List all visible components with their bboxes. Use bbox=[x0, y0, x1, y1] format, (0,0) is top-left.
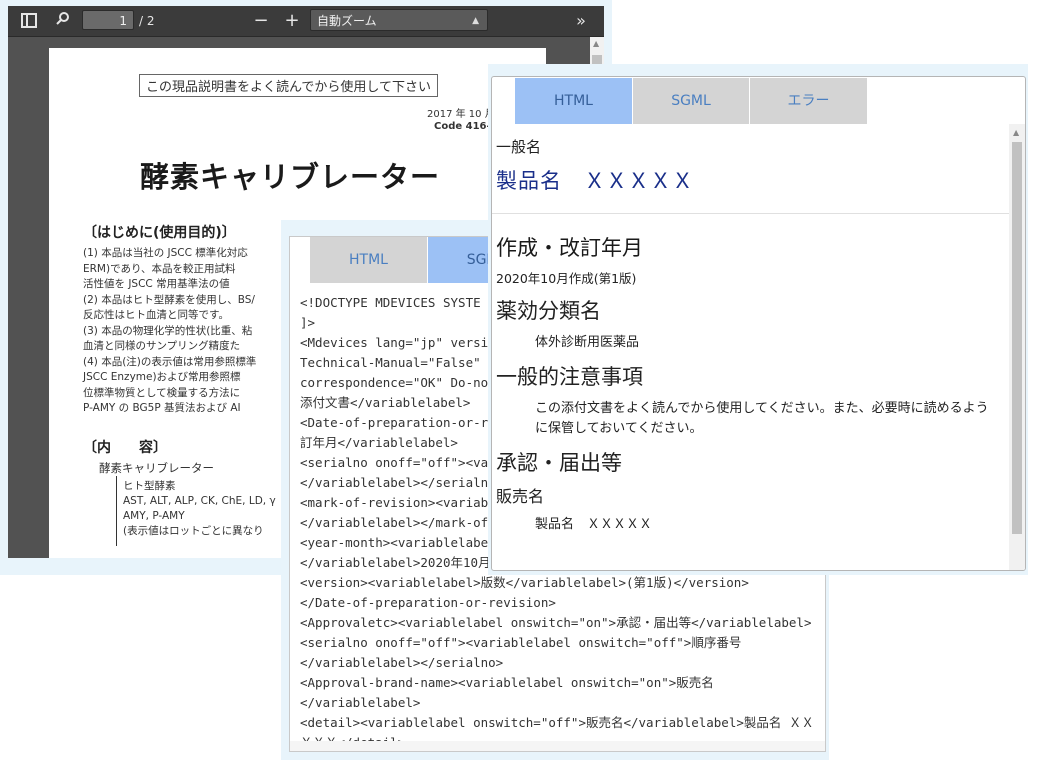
pdf-banner: この現品説明書をよく読んでから使用して下さい bbox=[139, 74, 438, 97]
brand-name-label: 販売名 bbox=[496, 487, 545, 506]
list-item: (表示値はロットごとに異なり bbox=[123, 525, 264, 537]
scroll-up-icon[interactable]: ▲ bbox=[1013, 128, 1019, 137]
pdf-section-heading: 〔内 容〕 bbox=[83, 440, 167, 456]
code-line: <version><variablelabel>版数</variablelabe… bbox=[300, 575, 749, 590]
code-line: </variablelabel> bbox=[300, 695, 421, 710]
code-line: <Approval-brand-name><variablelabel onsw… bbox=[300, 675, 714, 690]
category-heading: 薬効分類名 bbox=[496, 299, 601, 323]
code-line: <Approvaletc><variablelabel onswitch="on… bbox=[300, 615, 812, 630]
tab-html[interactable]: HTML bbox=[515, 78, 632, 124]
tab-sgml[interactable]: SGML bbox=[633, 78, 749, 124]
zoom-select[interactable]: 自動ズーム ▲ bbox=[310, 9, 488, 31]
revision-text: 2020年10月作成(第1版) bbox=[496, 271, 637, 286]
tab-error[interactable]: エラー bbox=[750, 78, 867, 124]
pdf-contents-list: ヒト型酵素 AST, ALT, ALP, CK, ChE, LD, γ AMY,… bbox=[123, 479, 276, 539]
rendered-document: 一般名 製品名 ＸＸＸＸＸ 作成・改訂年月 2020年10月作成(第1版) 薬効… bbox=[492, 133, 1012, 535]
html-preview: HTML SGML エラー 一般名 製品名 ＸＸＸＸＸ 作成・改訂年月 2020… bbox=[491, 76, 1026, 571]
divider bbox=[492, 213, 1012, 214]
html-preview-window: HTML SGML エラー 一般名 製品名 ＸＸＸＸＸ 作成・改訂年月 2020… bbox=[488, 64, 1028, 575]
caution-heading: 一般的注意事項 bbox=[496, 365, 643, 389]
zoom-in-button[interactable]: + bbox=[281, 11, 303, 31]
code-line: </Date-of-preparation-or-revision> bbox=[300, 595, 556, 610]
tab-html[interactable]: HTML bbox=[310, 237, 427, 283]
code-line: <serialno onoff="off"><variablelabel ons… bbox=[300, 635, 742, 650]
zoom-out-button[interactable]: − bbox=[250, 11, 272, 31]
list-item: AMY, P-AMY bbox=[123, 510, 185, 522]
zoom-value: 自動ズーム bbox=[317, 14, 377, 28]
revision-heading: 作成・改訂年月 bbox=[496, 236, 643, 260]
pdf-section-heading: 〔はじめに(使用目的)〕 bbox=[83, 225, 236, 241]
brand-name-text: 製品名 ＸＸＸＸＸ bbox=[535, 517, 653, 532]
list-item: AST, ALT, ALP, CK, ChE, LD, γ bbox=[123, 495, 276, 507]
category-text: 体外診断用医薬品 bbox=[535, 335, 640, 350]
product-name: 製品名 ＸＸＸＸＸ bbox=[496, 169, 694, 193]
page-number-input[interactable]: 1 bbox=[82, 10, 134, 30]
pdf-subheading: 酵素キャリブレーター bbox=[99, 461, 214, 475]
code-line: <detail><variablelabel onswitch="off">販売… bbox=[300, 715, 814, 730]
pdf-date: 2017 年 10 月 bbox=[427, 109, 495, 120]
scroll-up-icon[interactable]: ▲ bbox=[593, 39, 599, 48]
pdf-title: 酵素キャリブレーター bbox=[140, 160, 441, 194]
scrollbar-thumb[interactable] bbox=[1012, 142, 1022, 534]
sidebar-toggle-icon[interactable] bbox=[18, 11, 40, 31]
approval-heading: 承認・届出等 bbox=[496, 451, 622, 475]
horizontal-scrollbar[interactable] bbox=[290, 741, 825, 751]
more-tools-icon[interactable]: » bbox=[570, 11, 592, 31]
search-icon[interactable] bbox=[52, 11, 74, 31]
code-line: </variablelabel></serialno> bbox=[300, 655, 504, 670]
page-total: / 2 bbox=[139, 14, 155, 28]
updown-arrow-icon: ▲ bbox=[472, 16, 479, 26]
bracket-divider bbox=[116, 476, 123, 546]
general-name-label: 一般名 bbox=[496, 138, 542, 156]
list-item: ヒト型酵素 bbox=[123, 480, 176, 492]
preview-scrollbar[interactable]: ▲ bbox=[1009, 124, 1025, 570]
caution-text: この添付文書をよく読んでから使用してください。また、必要時に読めるように保管して… bbox=[535, 401, 989, 436]
pdf-toolbar: 1 / 2 − + 自動ズーム ▲ » bbox=[8, 6, 604, 37]
